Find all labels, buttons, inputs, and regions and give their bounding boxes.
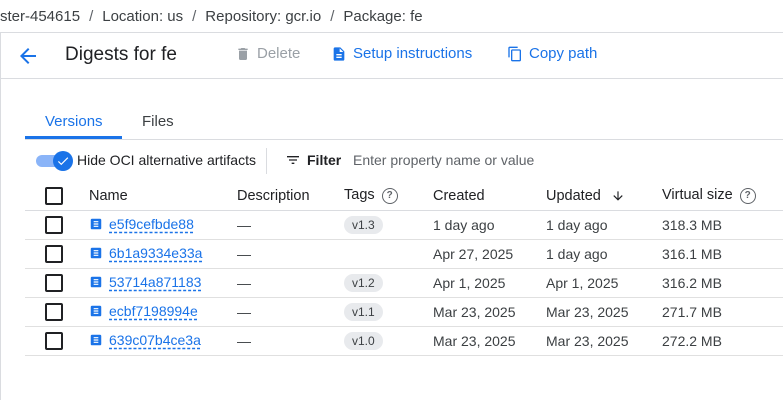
trash-icon xyxy=(238,48,248,60)
digest-name: 639c07b4ce3a xyxy=(109,332,201,348)
column-header-tags[interactable]: Tags? xyxy=(344,181,433,211)
row-checkbox[interactable] xyxy=(45,274,63,293)
filter-button[interactable]: Filter xyxy=(285,152,341,168)
row-checkbox[interactable] xyxy=(45,332,63,351)
hide-oci-toggle[interactable] xyxy=(36,151,74,171)
hide-oci-label: Hide OCI alternative artifacts xyxy=(77,152,256,168)
tags-header-label: Tags xyxy=(344,187,375,204)
document-icon xyxy=(89,275,103,289)
select-all-checkbox[interactable] xyxy=(45,186,63,205)
size-cell: 316.2 MB xyxy=(662,268,783,298)
updated-cell: Apr 1, 2025 xyxy=(546,268,662,298)
updated-cell: 1 day ago xyxy=(546,239,662,269)
breadcrumb: ster-454615 / Location: us / Repository:… xyxy=(0,0,783,33)
created-cell: Mar 23, 2025 xyxy=(433,297,546,327)
column-header-description[interactable]: Description xyxy=(237,181,344,211)
page-title: Digests for fe xyxy=(65,44,177,65)
column-header-virtual-size[interactable]: Virtual size? xyxy=(662,181,783,211)
copy-path-label: Copy path xyxy=(529,45,598,62)
active-tab-indicator xyxy=(25,136,122,139)
tag-chip[interactable]: v1.1 xyxy=(344,303,383,321)
help-icon[interactable]: ? xyxy=(739,187,756,204)
description-cell: — xyxy=(237,326,344,356)
copy-icon xyxy=(508,46,521,62)
copy-path-button[interactable]: Copy path xyxy=(507,45,597,63)
size-cell: 318.3 MB xyxy=(662,210,783,240)
help-icon[interactable]: ? xyxy=(381,187,398,204)
document-icon xyxy=(333,47,345,61)
created-cell: Apr 1, 2025 xyxy=(433,268,546,298)
sort-down-arrow-icon xyxy=(613,191,623,201)
filter-divider xyxy=(266,148,267,174)
breadcrumb-repository[interactable]: Repository: gcr.io xyxy=(205,8,321,25)
column-header-name[interactable]: Name xyxy=(89,181,237,211)
tab-versions[interactable]: Versions xyxy=(45,113,103,130)
size-cell: 271.7 MB xyxy=(662,297,783,327)
table-row[interactable]: e5f9cefbde88 — v1.3 1 day ago 1 day ago … xyxy=(25,210,783,240)
column-header-created[interactable]: Created xyxy=(433,181,546,211)
breadcrumb-location[interactable]: Location: us xyxy=(102,8,183,25)
tabs-divider xyxy=(25,139,783,140)
created-cell: 1 day ago xyxy=(433,210,546,240)
updated-cell: 1 day ago xyxy=(546,210,662,240)
size-cell: 272.2 MB xyxy=(662,326,783,356)
table-row[interactable]: 6b1a9334e33a — Apr 27, 2025 1 day ago 31… xyxy=(25,239,783,269)
document-icon xyxy=(89,304,103,318)
digest-link[interactable]: 639c07b4ce3a xyxy=(89,332,201,348)
column-header-updated[interactable]: Updated xyxy=(546,181,662,211)
updated-cell: Mar 23, 2025 xyxy=(546,297,662,327)
digest-name: ecbf7198994e xyxy=(109,303,198,319)
created-cell: Mar 23, 2025 xyxy=(433,326,546,356)
document-icon xyxy=(89,217,103,231)
digest-link[interactable]: e5f9cefbde88 xyxy=(89,216,194,232)
created-cell: Apr 27, 2025 xyxy=(433,239,546,269)
delete-button[interactable]: Delete xyxy=(235,45,300,63)
left-divider xyxy=(0,33,1,400)
tag-chip[interactable]: v1.2 xyxy=(344,274,383,292)
row-checkbox[interactable] xyxy=(45,245,63,264)
back-arrow-icon[interactable] xyxy=(16,44,40,68)
breadcrumb-project[interactable]: ster-454615 xyxy=(0,8,80,25)
tag-chip[interactable]: v1.0 xyxy=(344,332,383,350)
breadcrumb-separator: / xyxy=(192,7,197,25)
check-icon xyxy=(53,151,73,171)
table-header-row: Name Description Tags? Created Updated V… xyxy=(25,181,783,211)
filter-input[interactable] xyxy=(353,150,773,170)
table-row[interactable]: 53714a871183 — v1.2 Apr 1, 2025 Apr 1, 2… xyxy=(25,268,783,298)
digest-name: e5f9cefbde88 xyxy=(109,216,194,232)
document-icon xyxy=(89,246,103,260)
tag-chip[interactable]: v1.3 xyxy=(344,216,383,234)
document-icon xyxy=(89,333,103,347)
row-checkbox[interactable] xyxy=(45,216,63,235)
tag-cell-empty xyxy=(344,239,433,269)
virtual-size-header-label: Virtual size xyxy=(662,187,733,204)
setup-instructions-label: Setup instructions xyxy=(353,45,473,62)
digest-name: 53714a871183 xyxy=(109,274,202,290)
table-row[interactable]: 639c07b4ce3a — v1.0 Mar 23, 2025 Mar 23,… xyxy=(25,326,783,356)
digest-link[interactable]: ecbf7198994e xyxy=(89,303,198,319)
description-cell: — xyxy=(237,210,344,240)
delete-label: Delete xyxy=(257,45,301,62)
table-row[interactable]: ecbf7198994e — v1.1 Mar 23, 2025 Mar 23,… xyxy=(25,297,783,327)
tab-files[interactable]: Files xyxy=(142,113,174,130)
filter-label: Filter xyxy=(307,152,342,168)
description-cell: — xyxy=(237,268,344,298)
breadcrumb-separator: / xyxy=(89,7,94,25)
row-checkbox[interactable] xyxy=(45,303,63,322)
digest-link[interactable]: 53714a871183 xyxy=(89,274,201,290)
size-cell: 316.1 MB xyxy=(662,239,783,269)
versions-table: Name Description Tags? Created Updated V… xyxy=(25,181,783,356)
filter-icon xyxy=(287,156,299,164)
description-cell: — xyxy=(237,239,344,269)
breadcrumb-package[interactable]: Package: fe xyxy=(343,8,422,25)
setup-instructions-button[interactable]: Setup instructions xyxy=(331,45,472,63)
breadcrumb-separator: / xyxy=(330,7,335,25)
digest-link[interactable]: 6b1a9334e33a xyxy=(89,245,202,261)
updated-header-label: Updated xyxy=(546,187,601,204)
updated-cell: Mar 23, 2025 xyxy=(546,326,662,356)
digest-name: 6b1a9334e33a xyxy=(109,245,203,261)
description-cell: — xyxy=(237,297,344,327)
